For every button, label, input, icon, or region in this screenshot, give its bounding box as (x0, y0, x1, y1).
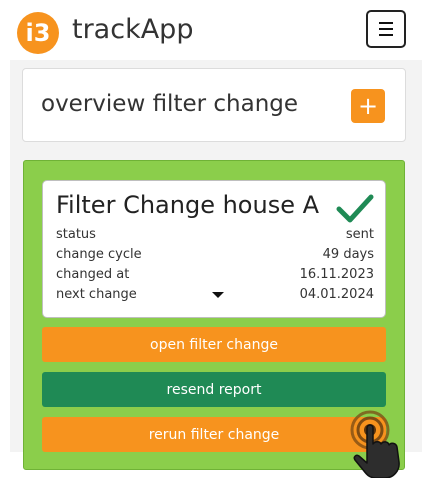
status-row: status sent (56, 227, 374, 245)
caret-down-icon[interactable] (212, 292, 224, 298)
status-label: status (56, 227, 96, 242)
next-change-label: next change (56, 287, 137, 302)
filter-change-title: Filter Change house A (56, 191, 320, 219)
menu-button[interactable] (366, 10, 406, 48)
change-cycle-row: change cycle 49 days (56, 247, 374, 265)
next-change-row[interactable]: next change 04.01.2024 (56, 287, 374, 305)
changed-at-value: 16.11.2023 (299, 267, 374, 282)
overview-card: overview filter change + (22, 68, 406, 142)
app-logo: i3 (17, 12, 59, 54)
app-bar: i3 trackApp (0, 0, 431, 62)
plus-icon: + (357, 92, 379, 120)
changed-at-label: changed at (56, 267, 130, 282)
change-cycle-label: change cycle (56, 247, 142, 262)
app-title: trackApp (72, 14, 194, 45)
open-filter-change-button[interactable]: open filter change (42, 327, 386, 362)
rerun-filter-change-button[interactable]: rerun filter change (42, 417, 386, 452)
menu-icon (379, 22, 393, 24)
change-cycle-value: 49 days (322, 247, 374, 262)
add-filter-change-button[interactable]: + (351, 89, 385, 123)
checkmark-icon (336, 194, 374, 223)
pointer-hand-icon (350, 410, 400, 478)
resend-report-button[interactable]: resend report (42, 372, 386, 407)
overview-title: overview filter change (41, 91, 299, 117)
next-change-value: 04.01.2024 (299, 287, 374, 302)
changed-at-row: changed at 16.11.2023 (56, 267, 374, 285)
filter-change-card: Filter Change house A status sent change… (42, 180, 386, 318)
status-value: sent (345, 227, 374, 242)
